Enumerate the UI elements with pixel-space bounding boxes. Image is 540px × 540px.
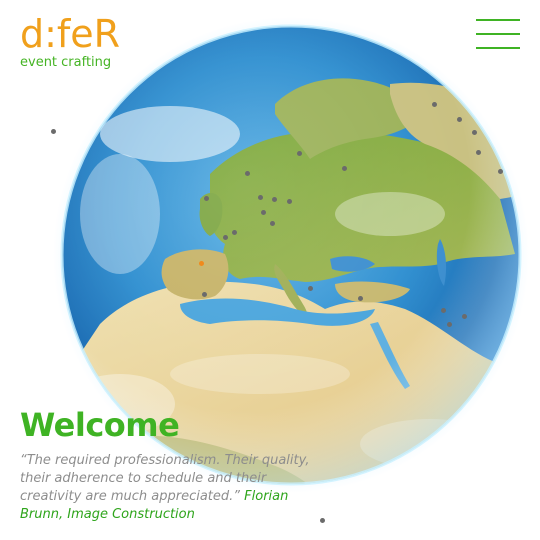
page: d:feR event crafting Welcome “The requir… xyxy=(0,0,540,540)
location-marker[interactable] xyxy=(457,117,462,122)
location-marker[interactable] xyxy=(297,151,302,156)
logo-wordmark: d:feR xyxy=(20,12,121,56)
location-marker[interactable] xyxy=(287,199,292,204)
menu-bar xyxy=(476,33,520,35)
location-marker[interactable] xyxy=(447,322,452,327)
location-marker[interactable] xyxy=(223,235,228,240)
location-marker[interactable] xyxy=(472,130,477,135)
location-marker[interactable] xyxy=(342,166,347,171)
location-marker[interactable] xyxy=(51,129,56,134)
location-marker[interactable] xyxy=(308,286,313,291)
menu-bar xyxy=(476,19,520,21)
hamburger-menu-icon[interactable] xyxy=(476,16,522,52)
logo-tagline: event crafting xyxy=(20,55,112,70)
location-marker[interactable] xyxy=(498,169,503,174)
location-marker[interactable] xyxy=(245,171,250,176)
location-marker-highlight[interactable] xyxy=(199,261,204,266)
location-marker[interactable] xyxy=(270,221,275,226)
location-marker[interactable] xyxy=(232,230,237,235)
location-marker[interactable] xyxy=(204,196,209,201)
menu-bar xyxy=(476,47,520,49)
welcome-heading: Welcome xyxy=(20,406,180,444)
location-marker[interactable] xyxy=(462,314,467,319)
location-marker[interactable] xyxy=(258,195,263,200)
location-marker[interactable] xyxy=(261,210,266,215)
location-marker[interactable] xyxy=(441,308,446,313)
location-marker[interactable] xyxy=(320,518,325,523)
location-marker[interactable] xyxy=(272,197,277,202)
location-marker[interactable] xyxy=(358,296,363,301)
location-marker[interactable] xyxy=(476,150,481,155)
logo[interactable]: d:feR event crafting xyxy=(20,14,130,74)
location-marker[interactable] xyxy=(202,292,207,297)
location-marker[interactable] xyxy=(432,102,437,107)
testimonial-quote: “The required professionalism. Their qua… xyxy=(20,452,320,524)
